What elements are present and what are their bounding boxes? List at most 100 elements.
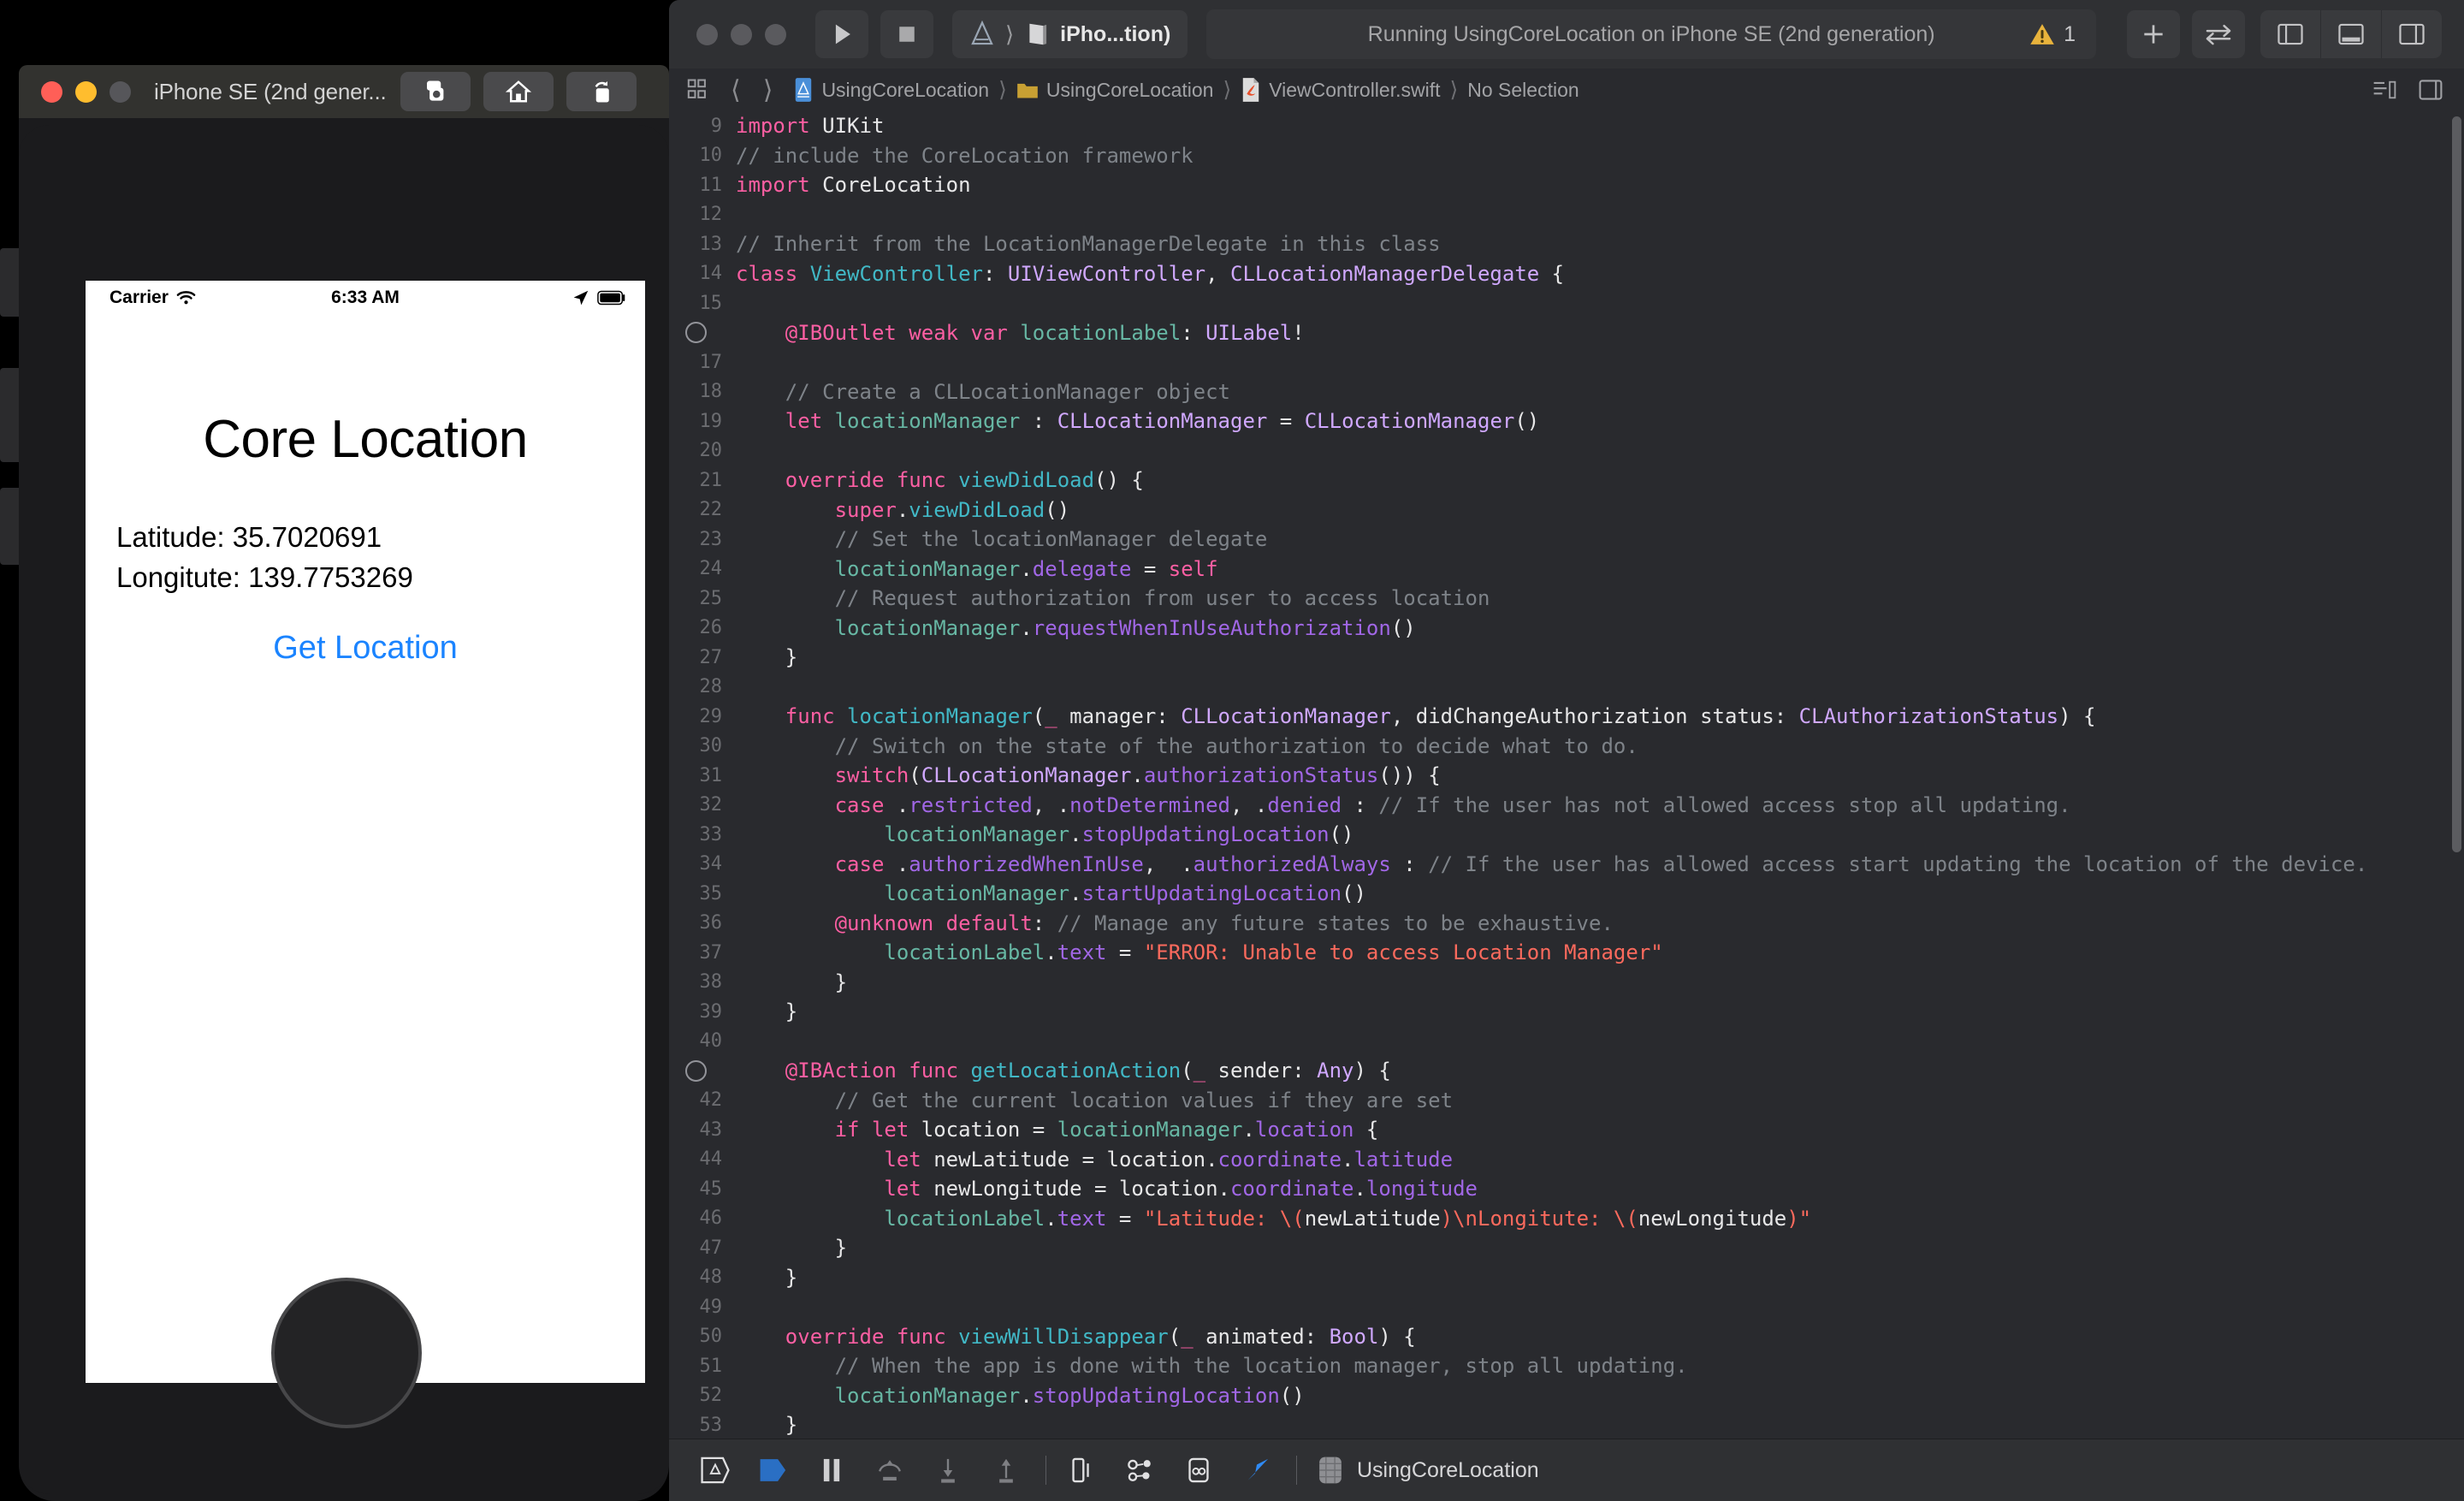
breadcrumb-nav: ⟨ ⟩ [686, 75, 773, 105]
breakpoint-toggle-button[interactable] [693, 1448, 737, 1492]
breakpoint-marker[interactable] [669, 322, 722, 344]
zoom-button[interactable] [110, 80, 131, 103]
line-number: 22 [699, 499, 723, 521]
simulate-location-button[interactable] [1235, 1448, 1279, 1492]
line-number: 33 [699, 823, 723, 845]
code-text: switch(CLLocationManager.authorizationSt… [834, 763, 1441, 788]
breakpoint-marker[interactable] [669, 1059, 722, 1082]
code-line[interactable]: 51 // When the app is done with the loca… [669, 1351, 2464, 1381]
code-line[interactable]: 43 if let location = locationManager.loc… [669, 1115, 2464, 1145]
code-line[interactable]: 20 [669, 436, 2464, 466]
close-button[interactable] [696, 23, 718, 45]
minimize-button[interactable] [75, 80, 97, 103]
code-line[interactable]: 37 locationLabel.text = "ERROR: Unable t… [669, 938, 2464, 968]
stop-button[interactable] [880, 10, 933, 58]
code-line[interactable]: 35 locationManager.startUpdatingLocation… [669, 879, 2464, 909]
breadcrumb-item-project[interactable]: UsingCoreLocation [793, 77, 989, 103]
code-line[interactable]: 11 import CoreLocation [669, 170, 2464, 200]
chevron-left-icon[interactable]: ⟨ [731, 75, 741, 105]
step-out-button[interactable] [984, 1448, 1028, 1492]
memory-graph-button[interactable] [1118, 1448, 1163, 1492]
code-line[interactable]: 27 } [669, 643, 2464, 673]
code-line[interactable]: @IBOutlet weak var locationLabel: UILabe… [669, 318, 2464, 348]
view-hierarchy-button[interactable] [1060, 1448, 1105, 1492]
code-line[interactable]: 23 // Set the locationManager delegate [669, 525, 2464, 555]
device-home-button[interactable] [271, 1278, 422, 1428]
toggle-navigator-button[interactable] [2260, 10, 2320, 58]
line-number: 9 [710, 115, 722, 137]
add-editor-icon[interactable] [2418, 79, 2443, 101]
code-line[interactable]: 44 let newLatitude = location.coordinate… [669, 1145, 2464, 1175]
chevron-right-icon[interactable]: ⟩ [763, 75, 773, 105]
code-line[interactable]: 29 func locationManager(_ manager: CLLoc… [669, 702, 2464, 732]
code-line[interactable]: 26 locationManager.requestWhenInUseAutho… [669, 614, 2464, 644]
code-line[interactable]: 22 super.viewDidLoad() [669, 495, 2464, 525]
code-line[interactable]: 31 switch(CLLocationManager.authorizatio… [669, 761, 2464, 791]
code-line[interactable]: 21 override func viewDidLoad() { [669, 466, 2464, 495]
code-line[interactable]: 30 // Switch on the state of the authori… [669, 732, 2464, 762]
code-line[interactable]: 40 [669, 1027, 2464, 1057]
editor-scrollbar[interactable] [2452, 116, 2461, 852]
close-button[interactable] [41, 80, 62, 103]
code-line[interactable]: 45 let newLongitude = location.coordinat… [669, 1174, 2464, 1204]
code-line[interactable]: 19 let locationManager : CLLocationManag… [669, 406, 2464, 436]
minimap-icon[interactable] [2372, 79, 2397, 101]
code-line[interactable]: 39 } [669, 997, 2464, 1027]
device-screen[interactable]: Carrier 6:33 AM Core Location Latitude: … [86, 281, 645, 1383]
run-button[interactable] [815, 10, 868, 58]
add-button[interactable] [2127, 10, 2180, 58]
code-line[interactable]: 49 [669, 1292, 2464, 1322]
code-line[interactable]: 12 [669, 200, 2464, 230]
code-line[interactable]: 24 locationManager.delegate = self [669, 555, 2464, 584]
code-line[interactable]: 52 locationManager.stopUpdatingLocation(… [669, 1381, 2464, 1411]
minimize-button[interactable] [731, 23, 752, 45]
continue-button[interactable] [751, 1448, 796, 1492]
code-line[interactable]: 10 // include the CoreLocation framework [669, 141, 2464, 171]
home-button[interactable] [483, 72, 554, 111]
code-line[interactable]: 14 class ViewController: UIViewController… [669, 259, 2464, 289]
code-line[interactable]: 33 locationManager.stopUpdatingLocation(… [669, 820, 2464, 850]
swap-editor-button[interactable] [2192, 10, 2245, 58]
step-over-button[interactable] [868, 1448, 912, 1492]
pause-icon [823, 1458, 840, 1482]
code-text: } [736, 1413, 798, 1438]
line-number: 35 [699, 882, 723, 905]
breadcrumb-item-selection[interactable]: No Selection [1467, 79, 1578, 102]
zoom-button[interactable] [765, 23, 786, 45]
warning-indicator[interactable]: 1 [2029, 22, 2076, 47]
code-line[interactable]: 53 } [669, 1410, 2464, 1439]
code-line[interactable]: 15 [669, 288, 2464, 318]
code-line[interactable]: 28 [669, 673, 2464, 703]
code-line[interactable]: 42 // Get the current location values if… [669, 1086, 2464, 1116]
code-text: } [736, 645, 798, 670]
code-line[interactable]: 48 } [669, 1263, 2464, 1293]
code-line[interactable]: 18 // Create a CLLocationManager object [669, 377, 2464, 407]
code-line[interactable]: 9 import UIKit [669, 111, 2464, 141]
get-location-button[interactable]: Get Location [86, 630, 645, 667]
code-line[interactable]: 34 case .authorizedWhenInUse, .authorize… [669, 850, 2464, 880]
rotate-button[interactable] [566, 72, 637, 111]
scheme-selector[interactable]: ⟩ iPho...tion) [952, 10, 1188, 58]
code-line[interactable]: 13 // Inherit from the LocationManagerDel… [669, 229, 2464, 259]
toggle-debug-area-button[interactable] [2320, 10, 2381, 58]
code-line[interactable]: @IBAction func getLocationAction(_ sende… [669, 1056, 2464, 1086]
latitude-text: Latitude: 35.7020691 [116, 521, 382, 553]
code-line[interactable]: 50 override func viewWillDisappear(_ ani… [669, 1322, 2464, 1352]
related-items-icon[interactable] [686, 78, 708, 102]
code-line[interactable]: 47 } [669, 1233, 2464, 1263]
environment-overrides-button[interactable] [1176, 1448, 1221, 1492]
toggle-inspector-button[interactable] [2381, 10, 2442, 58]
step-into-button[interactable] [926, 1448, 970, 1492]
debug-process-item[interactable]: UsingCoreLocation [1316, 1455, 1539, 1486]
pause-button[interactable] [809, 1448, 854, 1492]
code-line[interactable]: 25 // Request authorization from user to… [669, 584, 2464, 614]
code-line[interactable]: 36 @unknown default: // Manage any futur… [669, 909, 2464, 939]
breadcrumb-item-file[interactable]: ViewController.swift [1241, 77, 1440, 103]
code-line[interactable]: 32 case .restricted, .notDetermined, .de… [669, 791, 2464, 821]
breadcrumb-item-group[interactable]: UsingCoreLocation [1016, 79, 1213, 102]
code-line[interactable]: 38 } [669, 968, 2464, 998]
code-editor[interactable]: 9 import UIKit 10 // include the CoreLocati… [669, 111, 2464, 1439]
code-line[interactable]: 17 [669, 347, 2464, 377]
code-line[interactable]: 46 locationLabel.text = "Latitude: \(new… [669, 1204, 2464, 1234]
screenshot-button[interactable] [400, 72, 471, 111]
